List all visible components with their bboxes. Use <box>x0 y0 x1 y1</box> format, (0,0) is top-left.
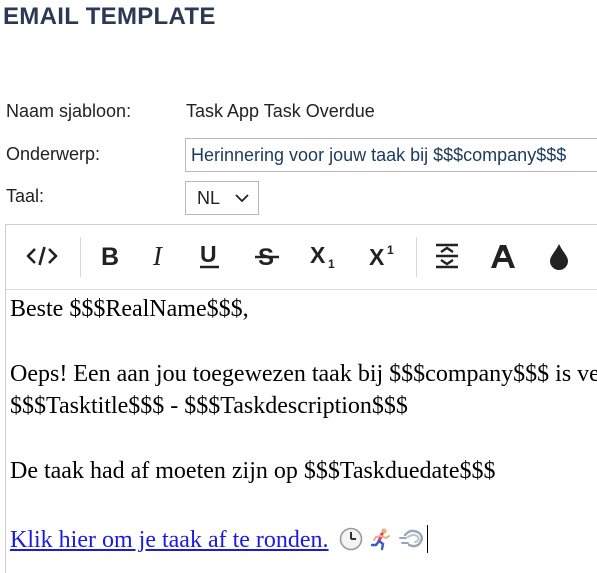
runner-icon <box>370 528 390 551</box>
svg-text:U: U <box>200 242 217 267</box>
clock-icon <box>339 527 362 551</box>
line-height-button[interactable] <box>430 239 464 273</box>
text-caret <box>426 525 428 553</box>
template-name-label: Naam sjabloon: <box>6 101 132 121</box>
task-info-line: $$$Tasktitle$$$ - $$$Taskdescription$$$ <box>10 393 408 419</box>
svg-text:1: 1 <box>328 257 335 270</box>
dash-icon <box>398 529 423 548</box>
subscript-button[interactable]: X 1 <box>307 239 341 273</box>
subscript-icon: X 1 <box>310 242 335 270</box>
superscript-icon: X 1 <box>369 243 394 270</box>
highlight-color-button[interactable] <box>542 239 576 273</box>
superscript-button[interactable]: X 1 <box>366 239 400 273</box>
subject-label: Onderwerp: <box>6 144 101 164</box>
overdue-line: Oeps! Een aan jou toegewezen taak bij $$… <box>10 361 597 387</box>
svg-text:1: 1 <box>387 243 394 257</box>
svg-text:I: I <box>152 243 164 269</box>
greeting-line: Beste $$$RealName$$$, <box>10 296 249 322</box>
underline-icon: U <box>200 242 219 269</box>
complete-task-link[interactable]: Klik hier om je taak af te ronden. <box>10 527 329 553</box>
italic-button[interactable]: I <box>142 239 176 273</box>
svg-text:X: X <box>310 242 326 268</box>
toolbar-divider <box>416 237 417 277</box>
code-view-button[interactable] <box>25 239 59 273</box>
toolbar-divider <box>80 237 81 277</box>
editor-toolbar: B I U S X 1 X 1 <box>6 225 597 290</box>
more-tools-button[interactable] <box>590 239 597 273</box>
font-color-button[interactable] <box>486 239 520 273</box>
more-tools-icon <box>590 242 597 270</box>
bold-button[interactable]: B <box>92 239 126 273</box>
italic-icon: I <box>152 243 164 269</box>
rich-text-editor[interactable]: B I U S X 1 X 1 Beste $$$RealName$$$, Oe… <box>5 224 597 573</box>
strikethrough-button[interactable]: S <box>250 239 284 273</box>
drop-icon <box>550 244 568 270</box>
chevron-down-icon <box>235 194 249 203</box>
emoji-group <box>339 527 425 556</box>
template-name-value: Task App Task Overdue <box>186 101 375 121</box>
link-line: Klik hier om je taak af te ronden. <box>10 524 597 556</box>
line-height-icon <box>436 243 458 269</box>
code-view-icon <box>26 246 58 266</box>
language-select-value: NL <box>197 187 221 208</box>
subject-input[interactable]: Herinnering voor jouw taak bij $$$compan… <box>185 138 597 172</box>
page-title: EMAIL TEMPLATE <box>3 3 216 30</box>
bold-icon: B <box>101 243 119 269</box>
underline-button[interactable]: U <box>193 239 227 273</box>
language-label: Taal: <box>6 186 45 206</box>
svg-text:X: X <box>369 244 385 270</box>
svg-text:B: B <box>101 243 119 269</box>
editor-content[interactable]: Beste $$$RealName$$$, Oeps! Een aan jou … <box>10 293 597 556</box>
font-color-icon <box>491 245 515 268</box>
due-date-line: De taak had af moeten zijn op $$$Taskdue… <box>10 458 496 484</box>
language-select[interactable]: NL <box>185 181 259 215</box>
strikethrough-icon: S <box>255 244 279 270</box>
